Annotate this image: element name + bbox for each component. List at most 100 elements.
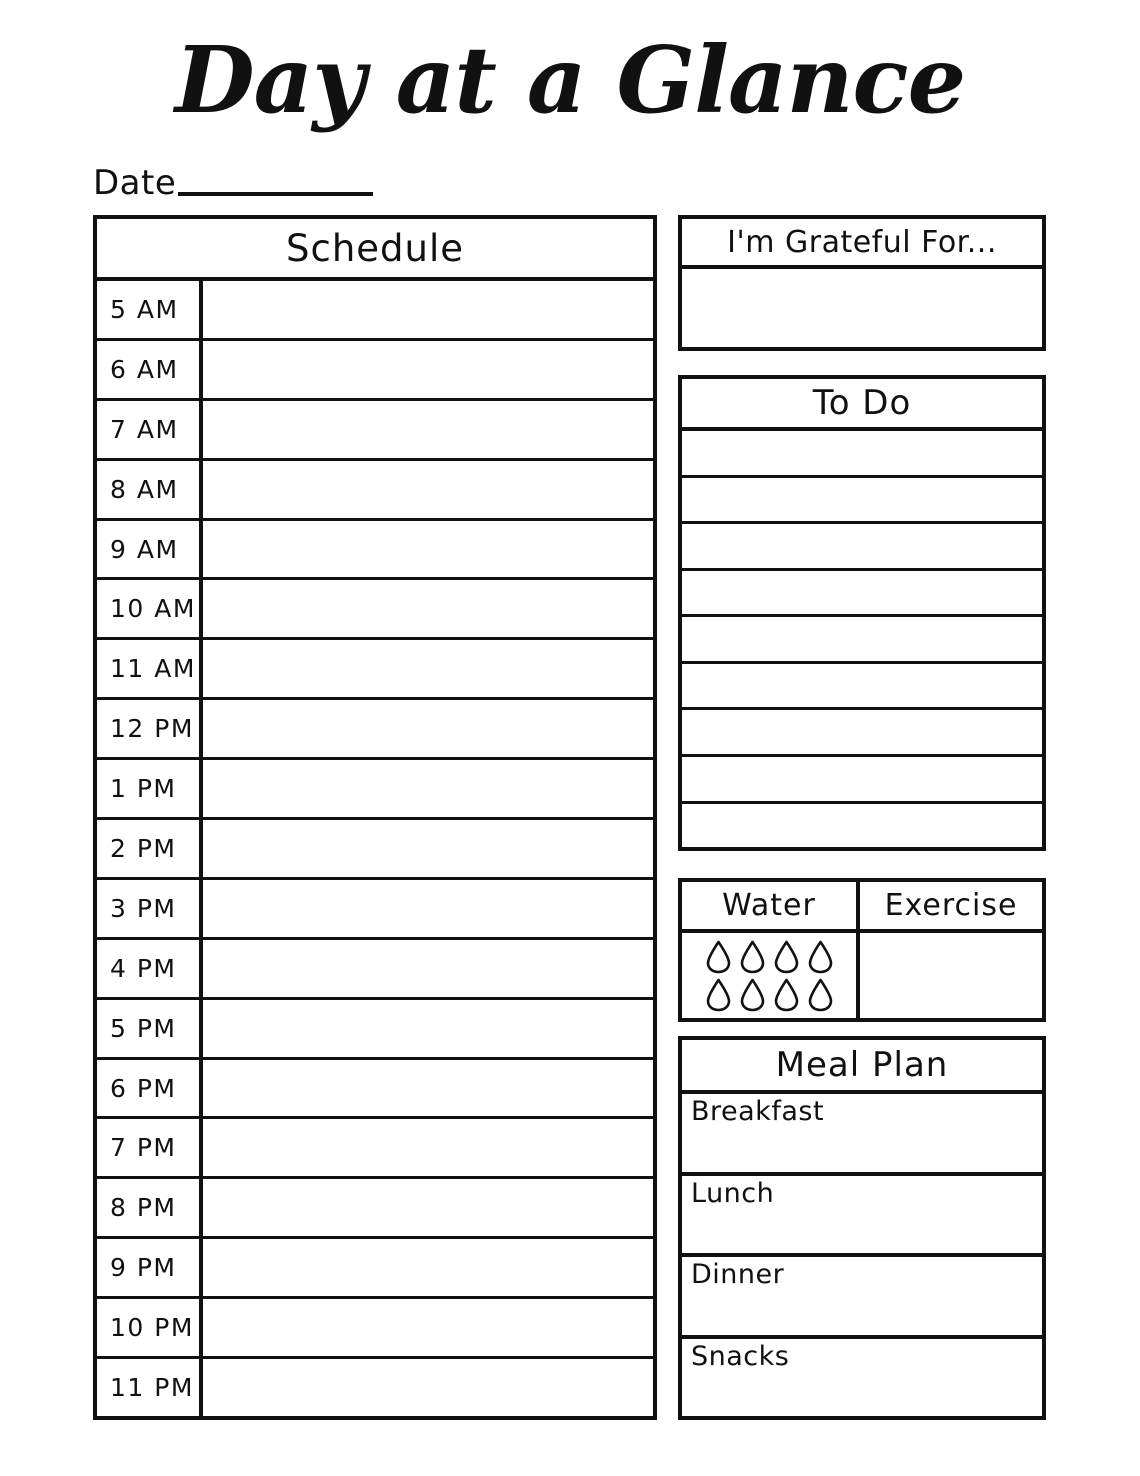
schedule-time-label: 10 AM: [97, 580, 203, 638]
schedule-time-label: 1 PM: [97, 760, 203, 818]
schedule-row: 12 PM: [97, 700, 653, 761]
schedule-row: 7 AM: [97, 400, 653, 461]
schedule-row: 3 PM: [97, 879, 653, 940]
schedule-time-label: 9 AM: [97, 520, 203, 578]
meal-plan-row[interactable]: Lunch: [682, 1176, 1042, 1257]
schedule-row: 11 PM: [97, 1359, 653, 1416]
schedule-time-label: 5 AM: [97, 281, 203, 338]
schedule-row: 10 PM: [97, 1299, 653, 1360]
schedule-entry-field[interactable]: [203, 1359, 653, 1416]
schedule-entry-field[interactable]: [203, 700, 653, 757]
schedule-time-label: 3 PM: [97, 879, 203, 937]
schedule-row: 10 AM: [97, 580, 653, 641]
todo-title: To Do: [812, 383, 912, 423]
schedule-row: 1 PM: [97, 760, 653, 821]
schedule-row: 8 AM: [97, 460, 653, 521]
schedule-time-label: 8 AM: [97, 460, 203, 518]
exercise-entry-area[interactable]: [860, 933, 1042, 1018]
schedule-title: Schedule: [285, 226, 465, 270]
schedule-entry-field[interactable]: [203, 760, 653, 817]
schedule-entry-field[interactable]: [203, 1179, 653, 1236]
schedule-entry-field[interactable]: [203, 401, 653, 458]
meal-plan-header: Meal Plan: [682, 1040, 1042, 1094]
todo-item-row[interactable]: [682, 757, 1042, 804]
schedule-entry-field[interactable]: [203, 341, 653, 398]
water-droplet-icon[interactable]: [773, 978, 800, 1012]
meal-plan-label: Breakfast: [691, 1096, 825, 1127]
todo-item-row[interactable]: [682, 710, 1042, 757]
todo-item-row[interactable]: [682, 617, 1042, 664]
todo-item-row[interactable]: [682, 804, 1042, 848]
schedule-row: 5 PM: [97, 999, 653, 1060]
water-droplet-grid: [701, 938, 837, 1014]
schedule-entry-field[interactable]: [203, 880, 653, 937]
schedule-row: 7 PM: [97, 1119, 653, 1180]
water-droplet-icon[interactable]: [739, 940, 766, 974]
date-write-line[interactable]: [178, 192, 374, 196]
meal-plan-row[interactable]: Snacks: [682, 1339, 1042, 1417]
water-droplet-icon[interactable]: [705, 940, 732, 974]
exercise-header: Exercise: [860, 882, 1042, 933]
gratitude-entry-area[interactable]: [682, 269, 1042, 347]
schedule-entry-field[interactable]: [203, 1000, 653, 1057]
schedule-entry-field[interactable]: [203, 1239, 653, 1296]
schedule-time-label: 11 AM: [97, 640, 203, 698]
meal-plan-panel: Meal Plan Breakfast Lunch Dinner Snacks: [678, 1036, 1046, 1420]
meal-plan-rows: Breakfast Lunch Dinner Snacks: [682, 1094, 1042, 1416]
water-column: Water: [682, 882, 860, 1018]
water-droplet-icon[interactable]: [739, 978, 766, 1012]
meal-plan-label: Dinner: [691, 1259, 785, 1290]
meal-plan-label: Snacks: [691, 1340, 790, 1372]
water-droplet-icon[interactable]: [807, 940, 834, 974]
schedule-time-label: 8 PM: [97, 1179, 203, 1237]
meal-plan-label: Lunch: [691, 1177, 775, 1209]
schedule-header: Schedule: [97, 219, 653, 281]
schedule-row: 6 AM: [97, 340, 653, 401]
todo-rows: [682, 431, 1042, 847]
schedule-entry-field[interactable]: [203, 1060, 653, 1117]
meal-plan-row[interactable]: Dinner: [682, 1257, 1042, 1339]
schedule-time-label: 9 PM: [97, 1239, 203, 1297]
schedule-entry-field[interactable]: [203, 820, 653, 877]
water-droplet-icon[interactable]: [705, 978, 732, 1012]
schedule-time-label: 6 AM: [97, 340, 203, 398]
schedule-time-label: 12 PM: [97, 700, 203, 758]
exercise-column: Exercise: [860, 882, 1042, 1018]
water-header: Water: [682, 882, 856, 933]
schedule-time-label: 11 PM: [97, 1359, 203, 1416]
schedule-entry-field[interactable]: [203, 461, 653, 518]
schedule-entry-field[interactable]: [203, 1119, 653, 1176]
schedule-row: 9 AM: [97, 520, 653, 581]
meal-plan-title: Meal Plan: [775, 1045, 949, 1085]
schedule-entry-field[interactable]: [203, 940, 653, 997]
schedule-row: 2 PM: [97, 820, 653, 880]
gratitude-panel: I'm Grateful For...: [678, 215, 1046, 351]
water-body: [682, 933, 856, 1018]
schedule-row: 8 PM: [97, 1179, 653, 1240]
schedule-time-label: 5 PM: [97, 999, 203, 1057]
schedule-entry-field[interactable]: [203, 1299, 653, 1356]
schedule-entry-field[interactable]: [203, 521, 653, 578]
todo-item-row[interactable]: [682, 431, 1042, 478]
schedule-time-label: 6 PM: [97, 1059, 203, 1117]
water-title: Water: [722, 888, 816, 923]
gratitude-header: I'm Grateful For...: [682, 219, 1042, 269]
schedule-time-label: 7 PM: [97, 1119, 203, 1177]
schedule-entry-field[interactable]: [203, 580, 653, 637]
date-label: Date: [93, 163, 177, 203]
page-title: Day at a Glance: [174, 26, 966, 134]
date-field[interactable]: Date: [93, 160, 374, 203]
schedule-time-label: 7 AM: [97, 400, 203, 458]
water-droplet-icon[interactable]: [807, 978, 834, 1012]
meal-plan-row[interactable]: Breakfast: [682, 1094, 1042, 1176]
schedule-time-label: 4 PM: [97, 939, 203, 997]
schedule-row: 9 PM: [97, 1239, 653, 1300]
schedule-entry-field[interactable]: [203, 640, 653, 697]
schedule-entry-field[interactable]: [203, 281, 653, 338]
todo-item-row[interactable]: [682, 478, 1042, 525]
todo-item-row[interactable]: [682, 571, 1042, 618]
todo-item-row[interactable]: [682, 524, 1042, 571]
schedule-row: 6 PM: [97, 1059, 653, 1120]
todo-item-row[interactable]: [682, 664, 1042, 711]
water-droplet-icon[interactable]: [773, 940, 800, 974]
